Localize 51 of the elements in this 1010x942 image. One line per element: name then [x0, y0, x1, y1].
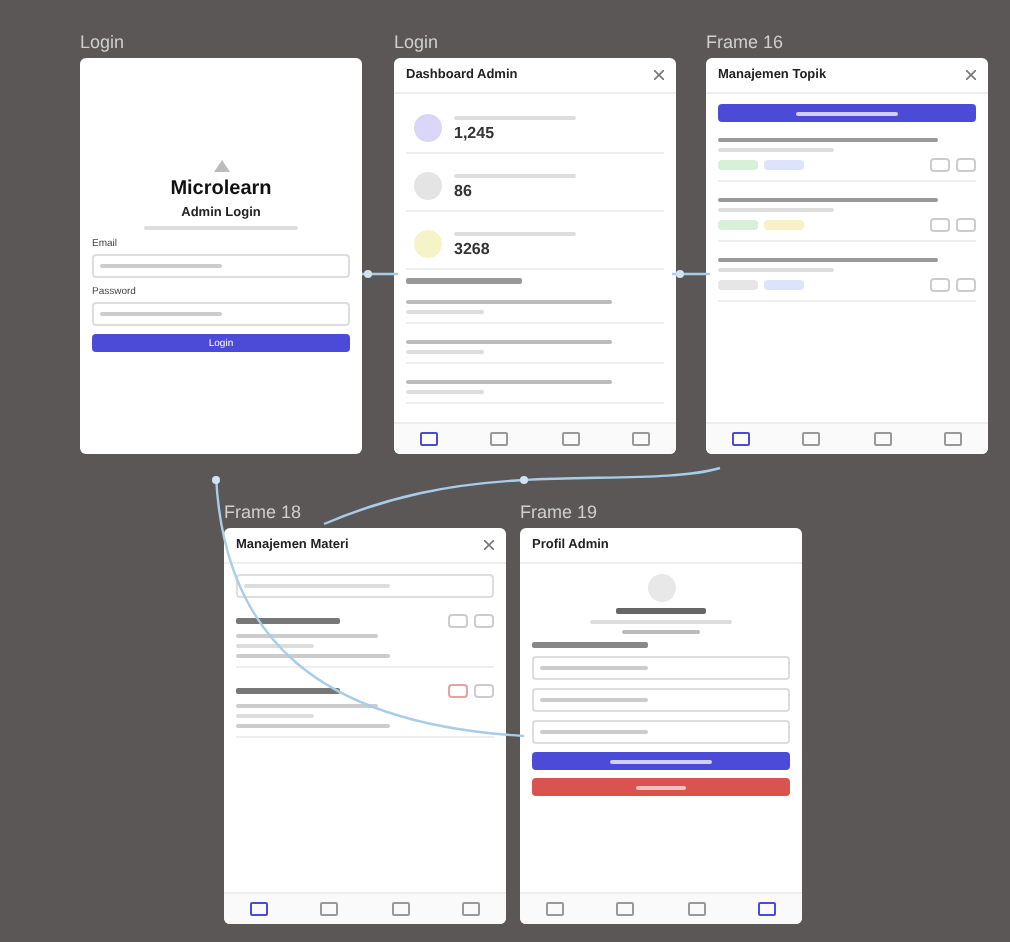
nav-icon[interactable]	[546, 902, 565, 916]
nav-icon[interactable]	[757, 902, 776, 916]
section-title-line	[406, 278, 523, 284]
nav-icon[interactable]	[873, 432, 892, 446]
delete-button[interactable]	[956, 218, 976, 232]
stat-value: 1,245	[454, 123, 497, 141]
nav-icon[interactable]	[943, 432, 962, 446]
delete-button[interactable]	[956, 278, 976, 292]
input-field[interactable]	[92, 254, 350, 278]
stat-value: 86	[454, 181, 474, 199]
delete-button[interactable]	[956, 158, 976, 172]
nav-icon[interactable]	[391, 902, 410, 916]
delete-button[interactable]	[474, 614, 494, 628]
edit-button[interactable]	[448, 684, 468, 698]
edit-button[interactable]	[930, 218, 950, 232]
nav-icon[interactable]	[616, 902, 635, 916]
frame-label[interactable]: Login	[394, 32, 676, 52]
connector-line	[672, 270, 710, 278]
frame-label[interactable]: Login	[80, 32, 362, 52]
input-field[interactable]	[532, 688, 790, 712]
nav-icon[interactable]	[687, 902, 706, 916]
nav-icon[interactable]	[250, 902, 269, 916]
logout-button[interactable]	[532, 778, 790, 796]
nav-icon[interactable]	[802, 432, 821, 446]
frame-label[interactable]: Frame 18	[224, 502, 506, 522]
brand-name: Microlearn	[170, 178, 272, 200]
delete-button[interactable]	[474, 684, 494, 698]
nav-icon[interactable]	[490, 432, 509, 446]
nav-icon[interactable]	[320, 902, 339, 916]
nav-icon[interactable]	[631, 432, 650, 446]
nav-icon[interactable]	[561, 432, 580, 446]
input-field[interactable]	[532, 656, 790, 680]
edit-button[interactable]	[930, 278, 950, 292]
edit-button[interactable]	[448, 614, 468, 628]
input-field[interactable]	[532, 720, 790, 744]
save-button[interactable]	[532, 752, 790, 770]
close-icon[interactable]	[484, 540, 494, 550]
input-field[interactable]	[92, 302, 350, 326]
nav-icon[interactable]	[732, 432, 751, 446]
nav-icon[interactable]	[420, 432, 439, 446]
stat-value: 3268	[454, 239, 492, 257]
search-field[interactable]	[236, 574, 494, 598]
close-icon[interactable]	[966, 70, 976, 80]
logo-icon	[213, 160, 229, 172]
connector-line	[362, 270, 398, 278]
edit-button[interactable]	[930, 158, 950, 172]
add-topic-button[interactable]	[718, 104, 976, 122]
frame-label[interactable]: Frame 16	[706, 32, 988, 52]
close-icon[interactable]	[654, 70, 664, 80]
frame-label[interactable]: Frame 19	[520, 502, 802, 522]
nav-icon[interactable]	[461, 902, 480, 916]
